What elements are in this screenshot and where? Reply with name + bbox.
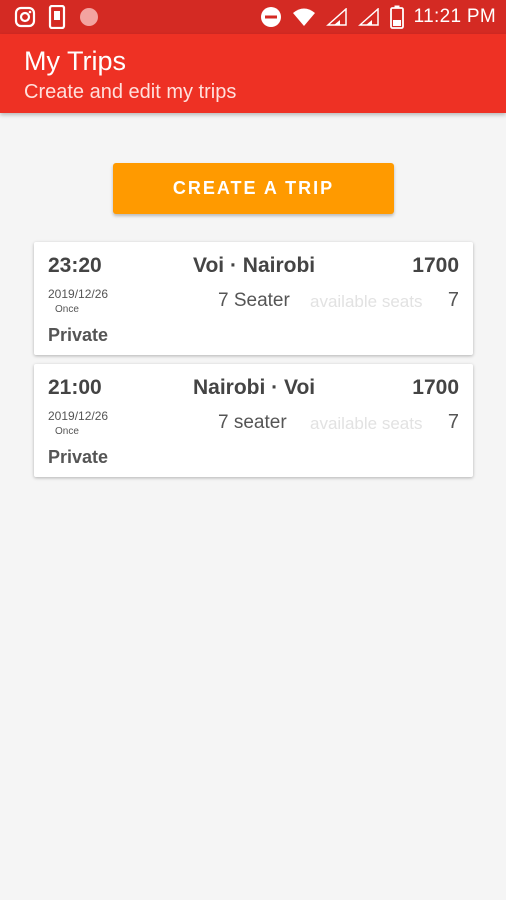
trip-vehicle: 7 seater bbox=[218, 412, 287, 433]
trip-time: 23:20 bbox=[48, 254, 102, 277]
trip-type: Private bbox=[48, 447, 109, 467]
available-seats-count: 7 bbox=[447, 411, 459, 433]
trip-list: 23:20 Voi · Nairobi 1700 2019/12/26 Once… bbox=[34, 242, 473, 486]
instagram-icon bbox=[14, 6, 36, 28]
trip-card[interactable]: 23:20 Voi · Nairobi 1700 2019/12/26 Once… bbox=[34, 242, 473, 355]
trip-frequency: Once bbox=[55, 304, 79, 315]
available-seats-label: available seats bbox=[310, 292, 423, 311]
do-not-disturb-icon bbox=[260, 6, 282, 28]
available-seats-label: available seats bbox=[310, 414, 423, 433]
available-seats-count: 7 bbox=[447, 289, 459, 311]
phone-notification-icon bbox=[48, 5, 66, 29]
signal-icon bbox=[357, 8, 380, 26]
battery-icon bbox=[389, 5, 404, 29]
trip-vehicle: 7 Seater bbox=[218, 290, 290, 311]
trip-route: Nairobi · Voi bbox=[193, 376, 316, 399]
trip-card[interactable]: 21:00 Nairobi · Voi 1700 2019/12/26 Once… bbox=[34, 364, 473, 477]
page-title: My Trips bbox=[24, 46, 127, 76]
status-time: 11:21 PM bbox=[413, 6, 496, 27]
circle-notification-icon bbox=[78, 6, 100, 28]
trip-type: Private bbox=[48, 325, 109, 345]
trip-route: Voi · Nairobi bbox=[193, 254, 316, 277]
trip-frequency: Once bbox=[55, 426, 79, 437]
trip-price: 1700 bbox=[412, 254, 459, 277]
page-subtitle: Create and edit my trips bbox=[24, 81, 237, 103]
create-trip-button[interactable]: CREATE A TRIP bbox=[113, 163, 394, 214]
wifi-icon bbox=[292, 7, 316, 27]
status-bar: 11:21 PM bbox=[0, 0, 506, 34]
trip-price: 1700 bbox=[412, 376, 459, 399]
app-bar: My Trips Create and edit my trips bbox=[0, 34, 506, 113]
trip-time: 21:00 bbox=[48, 376, 102, 399]
signal-icon bbox=[325, 8, 348, 26]
trip-date: 2019/12/26 bbox=[48, 287, 109, 301]
trip-date: 2019/12/26 bbox=[48, 409, 109, 423]
